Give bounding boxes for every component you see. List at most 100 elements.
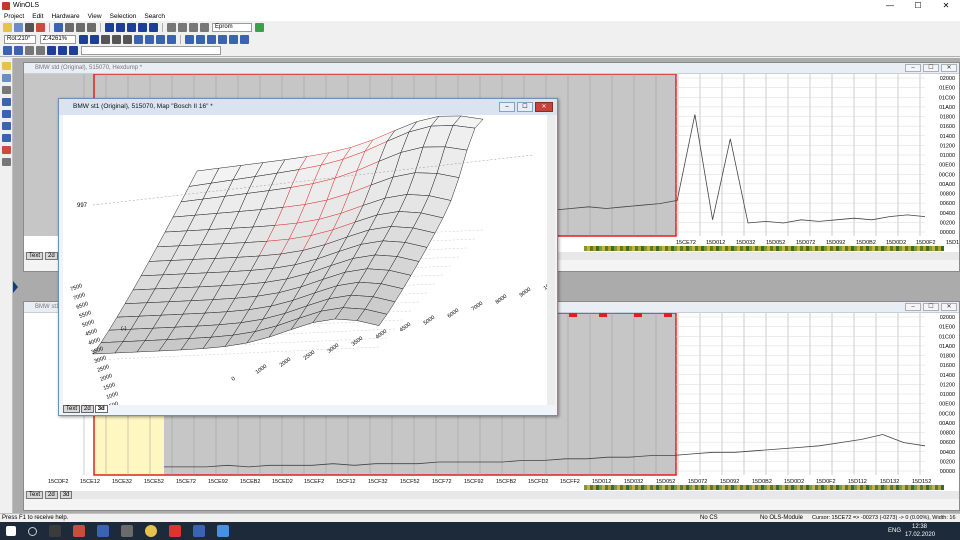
map-tab-3d[interactable]: 3d — [94, 404, 108, 413]
child-minimize-button[interactable]: – — [905, 303, 921, 311]
x-tick-label: 15CF92 — [464, 479, 484, 485]
pdf-app-icon[interactable] — [73, 525, 85, 537]
view-icon[interactable] — [54, 22, 63, 32]
collapse-arrow-icon[interactable] — [13, 281, 18, 293]
selection-dropdown[interactable] — [81, 46, 221, 55]
chrome-icon[interactable] — [145, 525, 157, 537]
columns-icon[interactable] — [112, 34, 121, 44]
mode-3d-icon[interactable] — [79, 34, 88, 44]
hex-icon[interactable] — [134, 34, 143, 44]
hex-toggle-icon[interactable] — [240, 34, 249, 44]
project-icon[interactable] — [2, 62, 11, 70]
explorer-icon[interactable] — [97, 525, 109, 537]
child-maximize-button[interactable]: ☐ — [923, 303, 939, 311]
tab-2d[interactable]: 2d — [45, 252, 58, 260]
dec-icon[interactable] — [145, 34, 154, 44]
bin-icon[interactable] — [156, 34, 165, 44]
compare-icon[interactable] — [2, 74, 11, 82]
prev-icon[interactable] — [116, 22, 125, 32]
tools-icon[interactable] — [178, 22, 187, 32]
child-minimize-button[interactable]: – — [905, 64, 921, 72]
open-icon[interactable] — [14, 22, 23, 32]
ops-icon[interactable] — [229, 34, 238, 44]
link-icon[interactable] — [25, 46, 34, 55]
extra-icon[interactable] — [2, 158, 11, 166]
tab-3d[interactable]: 3d — [59, 491, 73, 499]
percent-icon[interactable] — [196, 34, 205, 44]
window-icon[interactable] — [2, 86, 11, 94]
clock-time[interactable]: 12:38 — [912, 524, 927, 530]
minimize-button[interactable]: — — [876, 0, 904, 11]
store-icon[interactable] — [121, 525, 133, 537]
plugin-icon[interactable] — [200, 22, 209, 32]
close-button[interactable]: ✕ — [932, 0, 960, 11]
data-band — [701, 246, 704, 251]
clock-date[interactable]: 17.02.2020 — [905, 532, 935, 538]
data-band — [824, 485, 827, 490]
signed-icon[interactable] — [167, 34, 176, 44]
save-app-icon[interactable] — [193, 525, 205, 537]
marker-icon[interactable] — [14, 46, 23, 55]
windows-start-icon[interactable] — [6, 526, 16, 536]
map-close-button[interactable]: ✕ — [535, 102, 553, 112]
zoom-field[interactable]: Z:4261% — [40, 34, 76, 44]
nav-icon[interactable] — [2, 110, 11, 118]
app-icon[interactable] — [217, 525, 229, 537]
new-icon[interactable] — [3, 22, 12, 32]
table-icon[interactable] — [47, 46, 56, 55]
save-icon[interactable] — [36, 22, 45, 32]
menu-edit[interactable]: Edit — [28, 13, 47, 20]
paste-icon[interactable] — [87, 22, 96, 32]
map-tab-2d[interactable]: 2d — [81, 404, 94, 413]
map-tab-text[interactable]: Text — [63, 404, 81, 413]
map-maximize-button[interactable]: ☐ — [517, 102, 533, 112]
delta-icon[interactable] — [207, 34, 216, 44]
layout-icon[interactable] — [2, 98, 11, 106]
rows-icon[interactable] — [123, 34, 132, 44]
taskview-icon[interactable] — [49, 525, 61, 537]
copy-icon[interactable] — [65, 22, 74, 32]
menu-search[interactable]: Search — [140, 13, 169, 20]
search-icon[interactable] — [28, 526, 37, 536]
palette-icon[interactable] — [69, 46, 78, 55]
maximize-button[interactable]: ☐ — [904, 0, 932, 11]
mode-2d-icon[interactable] — [90, 34, 99, 44]
print-icon[interactable] — [25, 22, 34, 32]
map-3d-view[interactable]: 997 7500 7000 6500 5500 5000 4500 4000 3500 3000 2… — [63, 115, 551, 405]
map-minimize-button[interactable]: – — [499, 102, 515, 112]
map-scrollbar[interactable] — [547, 115, 555, 405]
color-icon[interactable] — [58, 46, 67, 55]
menu-project[interactable]: Project — [0, 13, 28, 20]
grid-icon[interactable] — [127, 22, 136, 32]
list-icon[interactable] — [2, 134, 11, 142]
options-icon[interactable] — [189, 22, 198, 32]
child-close-button[interactable]: ✕ — [941, 303, 957, 311]
rotation-field[interactable]: Rot:210° — [4, 34, 36, 44]
eprom-field[interactable]: Eprom — [212, 22, 252, 32]
select-icon[interactable] — [3, 46, 12, 55]
tab-text[interactable]: Text — [26, 252, 44, 260]
next-icon[interactable] — [138, 22, 147, 32]
map-3d-window[interactable]: BMW st1 (Original), 515070, Map "Bosch I… — [58, 98, 558, 416]
tab-text[interactable]: Text — [26, 491, 44, 499]
surface-3d-chart[interactable]: 9977500700065005500500045004000350030002… — [63, 115, 551, 405]
winols-task-icon[interactable] — [169, 525, 181, 537]
mark-icon[interactable] — [2, 122, 11, 130]
eprom-icon[interactable] — [255, 22, 264, 32]
language-indicator[interactable]: ENG — [888, 528, 901, 534]
find-icon[interactable] — [76, 22, 85, 32]
menu-selection[interactable]: Selection — [106, 13, 141, 20]
child-maximize-button[interactable]: ☐ — [923, 64, 939, 72]
width-icon[interactable] — [101, 34, 110, 44]
menu-hardware[interactable]: Hardware — [47, 13, 83, 20]
settings-icon[interactable] — [167, 22, 176, 32]
child-close-button[interactable]: ✕ — [941, 64, 957, 72]
map-icon[interactable] — [36, 46, 45, 55]
first-icon[interactable] — [105, 22, 114, 32]
diff-icon[interactable] — [185, 34, 194, 44]
menu-view[interactable]: View — [84, 13, 106, 20]
last-icon[interactable] — [149, 22, 158, 32]
error-icon[interactable] — [2, 146, 11, 154]
abs-icon[interactable] — [218, 34, 227, 44]
tab-2d[interactable]: 2d — [45, 491, 58, 499]
